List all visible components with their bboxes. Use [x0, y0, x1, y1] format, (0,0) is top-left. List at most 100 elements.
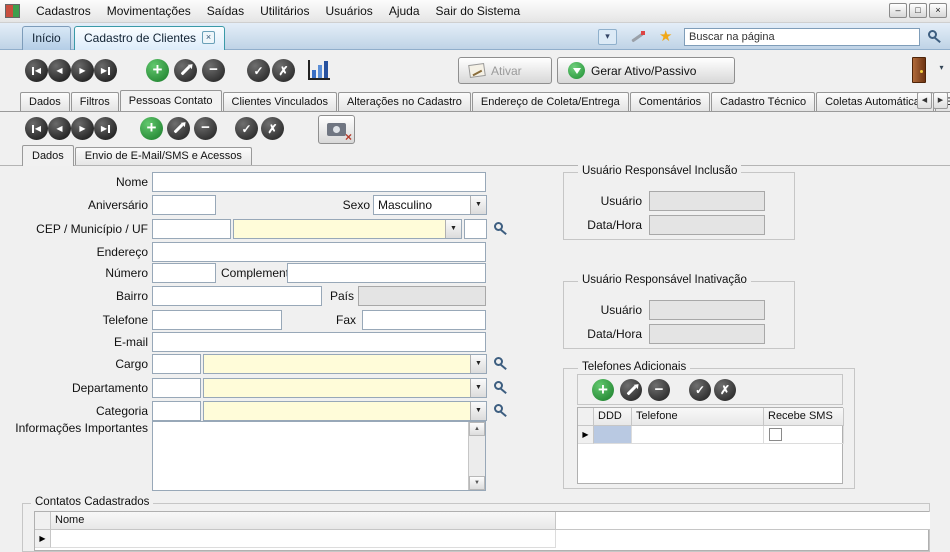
informacoes-textarea[interactable]: ▲ ▼: [152, 421, 486, 491]
endereco-input[interactable]: [152, 242, 486, 262]
add-record-button[interactable]: +: [146, 59, 169, 82]
confirm-record-button[interactable]: ✓: [247, 59, 270, 82]
contato-nome-cell[interactable]: [51, 530, 556, 548]
nav-prev-button[interactable]: ◀: [48, 59, 71, 82]
cargo-select[interactable]: ▼: [203, 354, 487, 374]
add-telefone-button[interactable]: +: [592, 379, 614, 401]
wand-icon[interactable]: [630, 31, 646, 45]
municipio-select[interactable]: ▼: [233, 219, 462, 239]
edit-telefone-button[interactable]: [620, 379, 642, 401]
cancel-record-button[interactable]: ✗: [272, 59, 295, 82]
search-icon[interactable]: [928, 30, 946, 46]
cancel-contact-button[interactable]: ✗: [261, 117, 284, 140]
contact-tab-envio-email-sms[interactable]: Envio de E-Mail/SMS e Acessos: [75, 147, 252, 165]
remove-photo-button[interactable]: [318, 115, 355, 144]
menu-usuarios[interactable]: Usuários: [317, 0, 380, 22]
textarea-scrollbar[interactable]: ▲ ▼: [468, 422, 485, 490]
fax-input[interactable]: [362, 310, 486, 330]
menu-sair-do-sistema[interactable]: Sair do Sistema: [428, 0, 529, 22]
edit-contact-button[interactable]: [167, 117, 190, 140]
contact-nav-next-button[interactable]: ▶: [71, 117, 94, 140]
expand-panel-icon[interactable]: ▾: [598, 29, 617, 45]
cancel-telefone-button[interactable]: ✗: [714, 379, 736, 401]
page-search-input[interactable]: [684, 28, 920, 46]
dropdown-icon[interactable]: ▼: [470, 402, 486, 420]
favorite-star-icon[interactable]: ★: [659, 27, 672, 45]
complemento-input[interactable]: [287, 263, 486, 283]
chart-button[interactable]: [308, 60, 330, 80]
edit-record-button[interactable]: [174, 59, 197, 82]
delete-record-button[interactable]: −: [202, 59, 225, 82]
categoria-select[interactable]: ▼: [203, 401, 487, 421]
menu-movimentacoes[interactable]: Movimentações: [99, 0, 199, 22]
menu-utilitarios[interactable]: Utilitários: [252, 0, 317, 22]
column-header-ddd[interactable]: DDD: [594, 408, 632, 426]
recebe-sms-checkbox[interactable]: [769, 428, 782, 441]
menu-cadastros[interactable]: Cadastros: [28, 0, 99, 22]
delete-telefone-button[interactable]: −: [648, 379, 670, 401]
maximize-button[interactable]: □: [909, 3, 927, 18]
nav-next-button[interactable]: ▶: [71, 59, 94, 82]
email-input[interactable]: [152, 332, 486, 352]
record-tab-filtros[interactable]: Filtros: [71, 92, 119, 111]
confirm-telefone-button[interactable]: ✓: [689, 379, 711, 401]
telefone-input[interactable]: [152, 310, 282, 330]
sexo-select[interactable]: Masculino ▼: [373, 195, 487, 215]
close-tab-icon[interactable]: ×: [202, 31, 215, 44]
gerar-ativo-passivo-button[interactable]: Gerar Ativo/Passivo: [557, 57, 735, 84]
column-header-nome[interactable]: Nome: [51, 512, 556, 530]
record-tab-clientes-vinculados[interactable]: Clientes Vinculados: [223, 92, 337, 111]
uf-input[interactable]: [464, 219, 487, 239]
departamento-search-icon[interactable]: [494, 381, 512, 397]
nav-last-button[interactable]: ▶: [94, 59, 117, 82]
toolbar-overflow-icon[interactable]: ▾: [935, 63, 948, 72]
column-header-recebe-sms[interactable]: Recebe SMS: [764, 408, 844, 426]
exit-button[interactable]: [909, 57, 931, 84]
close-button[interactable]: ×: [929, 3, 947, 18]
tab-scroll-left-icon[interactable]: ◀: [917, 92, 932, 109]
ativar-button[interactable]: Ativar: [458, 57, 552, 84]
categoria-code-input[interactable]: [152, 401, 201, 421]
numero-input[interactable]: [152, 263, 216, 283]
minimize-button[interactable]: –: [889, 3, 907, 18]
record-tab-endereco-de-coleta-entrega[interactable]: Endereço de Coleta/Entrega: [472, 92, 629, 111]
tab-cadastro-de-clientes[interactable]: Cadastro de Clientes ×: [74, 26, 225, 50]
menu-saidas[interactable]: Saídas: [199, 0, 252, 22]
tab-inicio[interactable]: Início: [22, 26, 71, 50]
bairro-input[interactable]: [152, 286, 322, 306]
record-tab-pessoas-contato[interactable]: Pessoas Contato: [120, 90, 222, 112]
dropdown-icon[interactable]: ▼: [470, 196, 486, 214]
scroll-down-icon[interactable]: ▼: [469, 476, 485, 490]
record-tab-cadastro-tecnico[interactable]: Cadastro Técnico: [711, 92, 815, 111]
cargo-code-input[interactable]: [152, 354, 201, 374]
contact-nav-prev-button[interactable]: ◀: [48, 117, 71, 140]
aniversario-input[interactable]: [152, 195, 216, 215]
record-tab-comentarios[interactable]: Comentários: [630, 92, 710, 111]
column-header-telefone[interactable]: Telefone: [632, 408, 764, 426]
nav-first-button[interactable]: ◀: [25, 59, 48, 82]
departamento-select[interactable]: ▼: [203, 378, 487, 398]
add-contact-button[interactable]: +: [140, 117, 163, 140]
cargo-search-icon[interactable]: [494, 357, 512, 373]
nome-input[interactable]: [152, 172, 486, 192]
categoria-search-icon[interactable]: [494, 404, 512, 420]
telefone-cell[interactable]: [632, 426, 764, 444]
record-tab-alteracoes-no-cadastro[interactable]: Alterações no Cadastro: [338, 92, 471, 111]
scroll-up-icon[interactable]: ▲: [469, 422, 485, 436]
ddd-cell[interactable]: [594, 426, 632, 444]
contact-nav-first-button[interactable]: ◀: [25, 117, 48, 140]
contact-tab-dados[interactable]: Dados: [22, 145, 74, 166]
menu-ajuda[interactable]: Ajuda: [381, 0, 428, 22]
cep-input[interactable]: [152, 219, 231, 239]
delete-contact-button[interactable]: −: [194, 117, 217, 140]
dropdown-icon[interactable]: ▼: [445, 220, 461, 238]
cep-search-icon[interactable]: [494, 222, 512, 238]
departamento-code-input[interactable]: [152, 378, 201, 398]
confirm-contact-button[interactable]: ✓: [235, 117, 258, 140]
tab-scroll-right-icon[interactable]: ▶: [933, 92, 948, 109]
recebe-sms-cell[interactable]: [764, 426, 844, 444]
dropdown-icon[interactable]: ▼: [470, 379, 486, 397]
dropdown-icon[interactable]: ▼: [470, 355, 486, 373]
contact-nav-last-button[interactable]: ▶: [94, 117, 117, 140]
record-tab-dados[interactable]: Dados: [20, 92, 70, 111]
